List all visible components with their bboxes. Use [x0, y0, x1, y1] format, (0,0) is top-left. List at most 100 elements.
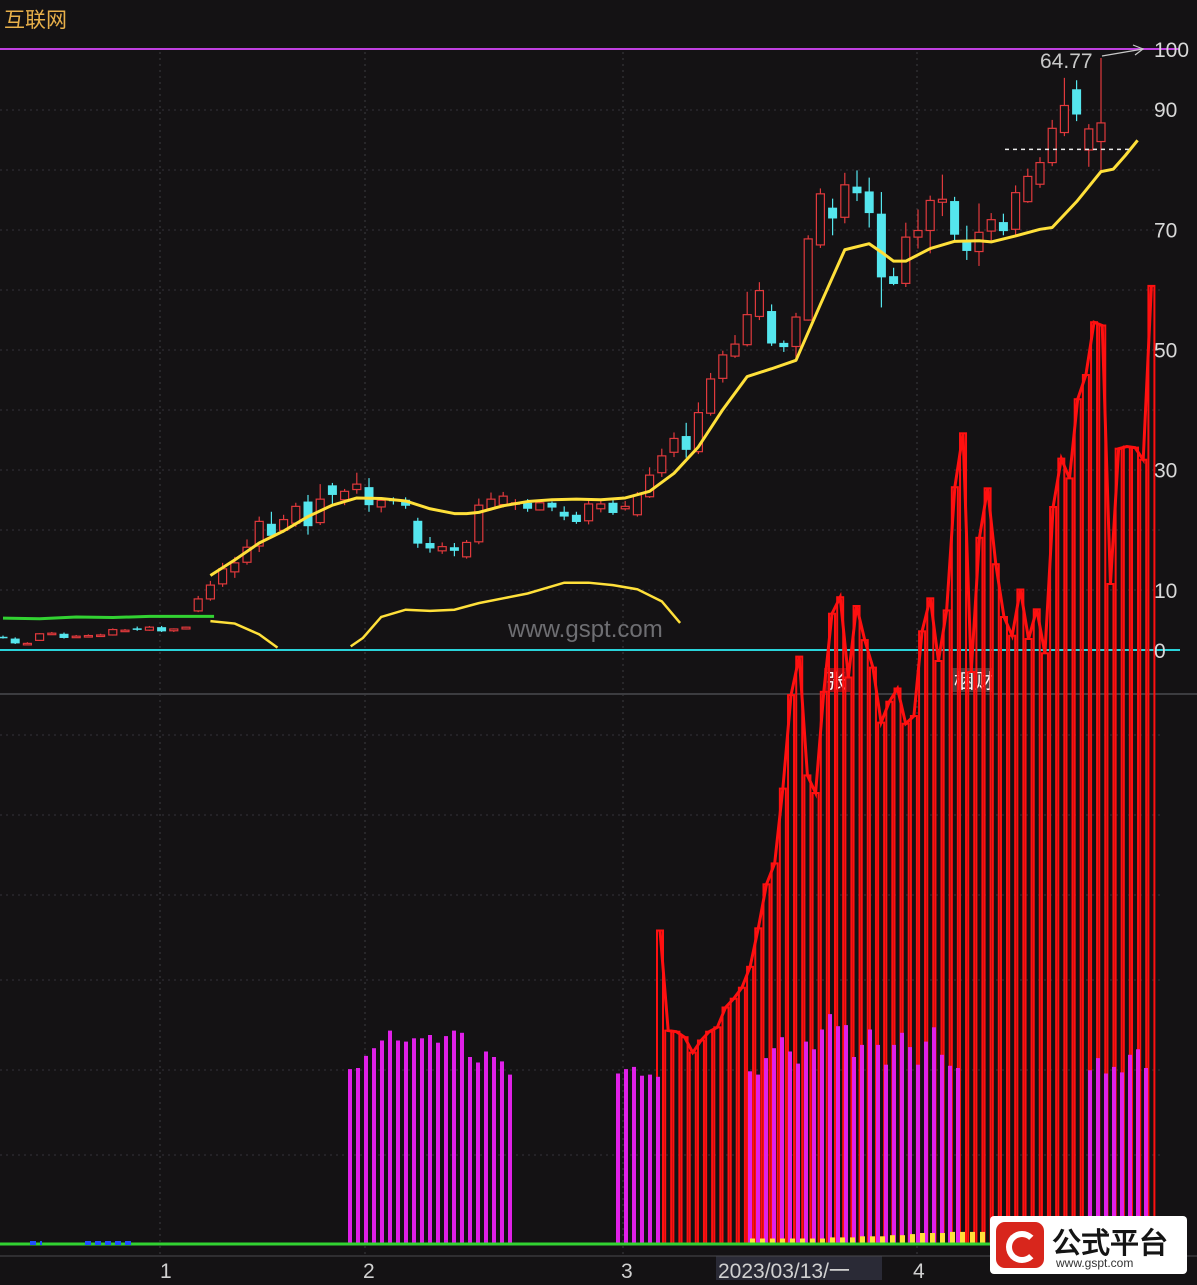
candle-body — [327, 485, 337, 495]
magenta-bar — [436, 1042, 440, 1244]
magenta-bar — [372, 1048, 376, 1244]
y-tick-label: 0 — [1154, 640, 1166, 663]
red-bar — [713, 1026, 722, 1246]
red-bar — [680, 1036, 689, 1245]
candle-body — [937, 198, 948, 203]
magenta-bar — [396, 1040, 400, 1244]
magenta-bar — [772, 1048, 776, 1244]
candle-body — [913, 229, 923, 238]
candle-body — [132, 628, 142, 630]
yellow-curve — [210, 619, 279, 649]
candle-body — [889, 276, 899, 284]
magenta-bar — [476, 1062, 480, 1244]
candle-body — [950, 201, 960, 235]
candle — [193, 595, 203, 613]
magenta-bar — [656, 1076, 660, 1244]
candle — [742, 291, 752, 347]
magenta-bar — [812, 1049, 816, 1244]
candle-body — [669, 437, 679, 453]
candle — [83, 634, 94, 638]
magenta-bar — [932, 1027, 936, 1244]
red-bars — [656, 284, 1156, 1246]
chart-svg: 64.77www.gspt.com张 梱财 010305070901001 2 3 20… — [0, 39, 1197, 1283]
magenta-bar — [1136, 1049, 1140, 1244]
candle — [730, 335, 740, 358]
candle — [437, 542, 447, 554]
candle-body — [462, 541, 472, 558]
magenta-bar — [868, 1029, 872, 1244]
candle-body — [376, 499, 386, 508]
ma-line — [209, 139, 1139, 577]
candle — [901, 222, 911, 287]
y-tick-label: 90 — [1154, 99, 1177, 122]
magenta-bar — [796, 1063, 800, 1244]
candle-body — [571, 514, 581, 522]
candle — [986, 213, 996, 242]
y-tick-label: 30 — [1154, 460, 1177, 483]
candle-body — [998, 222, 1008, 232]
candle-body — [718, 354, 728, 379]
magenta-bar — [884, 1064, 888, 1244]
candle — [583, 499, 594, 525]
red-bar — [688, 1051, 697, 1245]
candle-body — [181, 626, 191, 630]
candle-body — [681, 436, 691, 450]
candle — [22, 642, 32, 646]
candle-body — [705, 378, 716, 414]
magenta-bar — [428, 1035, 432, 1244]
candle-body — [1047, 127, 1057, 164]
candle — [754, 282, 765, 321]
y-tick-label: 100 — [1154, 39, 1189, 62]
candle — [657, 448, 667, 477]
magenta-bar — [388, 1030, 392, 1244]
candle-body — [876, 213, 886, 278]
candle-body — [559, 511, 569, 517]
yellow-bar — [980, 1231, 985, 1244]
candle — [157, 625, 167, 632]
red-bar — [983, 487, 992, 1245]
candle — [681, 422, 691, 458]
magenta-bar — [780, 1037, 784, 1244]
candle — [364, 478, 374, 512]
red-bar — [1081, 374, 1090, 1245]
candle-body — [108, 628, 118, 636]
candle — [327, 482, 337, 504]
candle-body — [852, 186, 862, 194]
candle — [913, 209, 923, 249]
candle — [950, 196, 960, 241]
magenta-bar — [916, 1064, 920, 1244]
upper-panel: 64.77www.gspt.com张 梱财 — [0, 44, 1180, 693]
magenta-bar — [924, 1041, 928, 1244]
red-bar — [705, 1030, 714, 1245]
candle-body — [1023, 175, 1033, 203]
candle-body — [95, 634, 106, 638]
magenta-bar — [940, 1054, 944, 1244]
magenta-bar — [412, 1038, 416, 1244]
candle-body — [71, 635, 81, 639]
candle — [474, 498, 484, 545]
candle — [1010, 185, 1021, 235]
logo[interactable]: 公式平台 www.gspt.com — [990, 1216, 1187, 1274]
candle — [315, 484, 325, 525]
magenta-bar — [764, 1058, 768, 1244]
candle — [1096, 58, 1106, 173]
candle — [205, 580, 215, 601]
candle — [547, 501, 557, 512]
magenta-bar — [484, 1051, 488, 1244]
magenta-bar — [900, 1032, 904, 1244]
candle-body — [803, 238, 813, 321]
candle-body — [596, 503, 606, 510]
max-price-arrow — [1101, 48, 1144, 57]
candle — [266, 511, 276, 538]
candle — [998, 213, 1008, 236]
candle — [132, 626, 142, 631]
candle — [413, 517, 423, 548]
candle — [352, 472, 362, 494]
magenta-bar — [852, 1057, 856, 1244]
candle — [144, 625, 154, 631]
red-bar — [721, 1006, 730, 1245]
magenta-bar — [624, 1069, 628, 1244]
candle — [1047, 119, 1057, 167]
candle — [71, 634, 81, 639]
magenta-bar — [756, 1074, 760, 1244]
